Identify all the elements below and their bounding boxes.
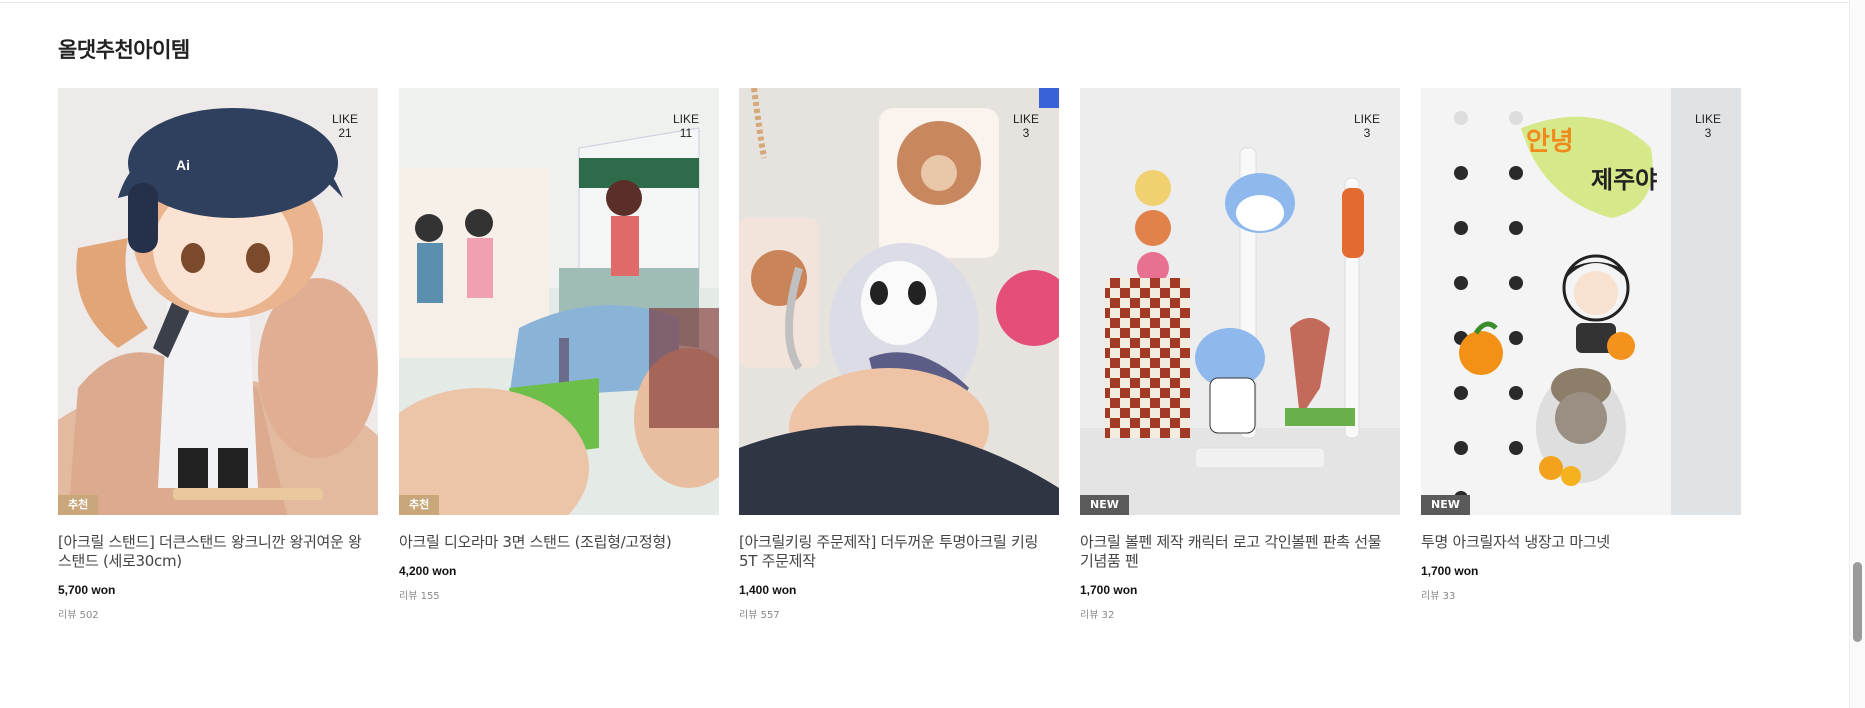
like-count: 3 bbox=[1704, 126, 1712, 140]
like-counter[interactable]: LIKE 3 bbox=[1013, 112, 1039, 140]
top-divider bbox=[0, 2, 1850, 3]
product-thumbnail[interactable]: LIKE 3 bbox=[739, 88, 1059, 515]
product-image-diorama-stand bbox=[399, 88, 719, 515]
like-count: 21 bbox=[338, 126, 352, 140]
like-count: 3 bbox=[1363, 126, 1371, 140]
product-name[interactable]: 투명 아크릴자석 냉장고 마그넷 bbox=[1421, 533, 1741, 552]
like-counter[interactable]: LIKE 11 bbox=[673, 112, 699, 140]
product-grid: Ai LIKE 21 추천 [아크릴 스탠드] 더큰스탠드 왕크니깐 왕귀여운 … bbox=[58, 88, 1748, 648]
like-counter[interactable]: LIKE 21 bbox=[332, 112, 358, 140]
product-card[interactable]: 안녕 제주야 LIKE 3 NEW 투명 아크릴자석 냉장고 마그넷 1,700… bbox=[1421, 88, 1741, 602]
product-thumbnail[interactable]: LIKE 11 추천 bbox=[399, 88, 719, 515]
product-card[interactable]: LIKE 3 [아크릴키링 주문제작] 더두꺼운 투명아크릴 키링 5T 주문제… bbox=[739, 88, 1059, 621]
like-counter[interactable]: LIKE 3 bbox=[1354, 112, 1380, 140]
product-image-acrylic-stand-character: Ai bbox=[58, 88, 378, 515]
scrollbar-track[interactable] bbox=[1849, 0, 1865, 708]
product-image-acrylic-magnet: 안녕 제주야 bbox=[1421, 88, 1741, 515]
product-image-acrylic-pen bbox=[1080, 88, 1400, 515]
svg-text:제주야: 제주야 bbox=[1591, 166, 1657, 194]
product-thumbnail[interactable]: LIKE 3 NEW bbox=[1080, 88, 1400, 515]
product-name[interactable]: 아크릴 볼펜 제작 캐릭터 로고 각인볼펜 판촉 선물 기념품 펜 bbox=[1080, 533, 1400, 571]
review-count: 리뷰 32 bbox=[1080, 610, 1115, 621]
badge-recommend: 추천 bbox=[58, 495, 99, 515]
like-counter[interactable]: LIKE 3 bbox=[1695, 112, 1721, 140]
like-count: 11 bbox=[679, 126, 693, 140]
product-price: 4,200 won bbox=[399, 564, 457, 578]
product-price: 1,700 won bbox=[1421, 564, 1479, 578]
review-count: 리뷰 557 bbox=[739, 610, 780, 621]
product-card[interactable]: LIKE 3 NEW 아크릴 볼펜 제작 캐릭터 로고 각인볼펜 판촉 선물 기… bbox=[1080, 88, 1400, 621]
svg-text:Ai: Ai bbox=[176, 157, 190, 173]
section-title: 올댓추천아이템 bbox=[58, 38, 190, 62]
product-price: 1,400 won bbox=[739, 583, 797, 597]
product-price: 1,700 won bbox=[1080, 583, 1138, 597]
svg-text:안녕: 안녕 bbox=[1526, 127, 1574, 157]
badge-recommend: 추천 bbox=[399, 495, 440, 515]
product-name[interactable]: 아크릴 디오라마 3면 스탠드 (조립형/고정형) bbox=[399, 533, 719, 552]
product-image-acrylic-keyring bbox=[739, 88, 1059, 515]
like-count: 3 bbox=[1022, 126, 1030, 140]
review-count: 리뷰 502 bbox=[58, 610, 99, 621]
scrollbar-thumb[interactable] bbox=[1853, 562, 1862, 642]
product-thumbnail[interactable]: 안녕 제주야 LIKE 3 NEW bbox=[1421, 88, 1741, 515]
product-name[interactable]: [아크릴키링 주문제작] 더두꺼운 투명아크릴 키링 5T 주문제작 bbox=[739, 533, 1059, 571]
product-thumbnail[interactable]: Ai LIKE 21 추천 bbox=[58, 88, 378, 515]
review-count: 리뷰 155 bbox=[399, 591, 440, 602]
badge-new: NEW bbox=[1080, 495, 1129, 515]
product-card[interactable]: Ai LIKE 21 추천 [아크릴 스탠드] 더큰스탠드 왕크니깐 왕귀여운 … bbox=[58, 88, 378, 621]
badge-new: NEW bbox=[1421, 495, 1470, 515]
product-price: 5,700 won bbox=[58, 583, 116, 597]
product-card[interactable]: LIKE 11 추천 아크릴 디오라마 3면 스탠드 (조립형/고정형) 4,2… bbox=[399, 88, 719, 602]
review-count: 리뷰 33 bbox=[1421, 591, 1456, 602]
product-name[interactable]: [아크릴 스탠드] 더큰스탠드 왕크니깐 왕귀여운 왕 스탠드 (세로30cm) bbox=[58, 533, 378, 571]
